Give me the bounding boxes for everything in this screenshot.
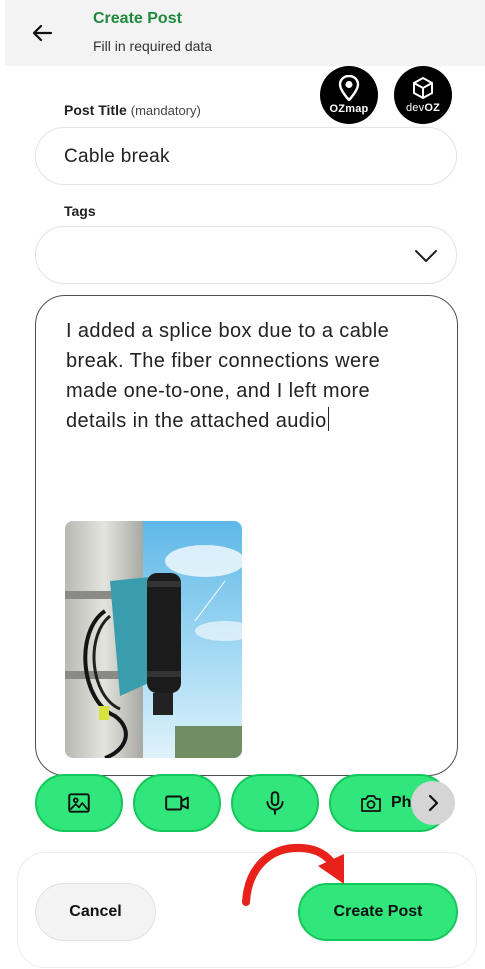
- text-cursor: [327, 407, 330, 431]
- ozmap-logo: OZmap: [320, 66, 378, 124]
- page-title: Create Post: [93, 10, 182, 27]
- post-title-label: Post Title (mandatory): [64, 102, 201, 118]
- add-image-button[interactable]: [35, 774, 123, 832]
- post-title-input[interactable]: Cable break: [35, 127, 457, 185]
- splice-box-photo: [65, 521, 242, 758]
- tags-label: Tags: [64, 203, 96, 219]
- page-subtitle: Fill in required data: [93, 38, 213, 54]
- add-video-button[interactable]: [133, 774, 221, 832]
- back-button[interactable]: [27, 18, 57, 48]
- chevron-down-icon: [415, 250, 437, 262]
- media-toolbar: Ph: [35, 774, 458, 832]
- record-audio-button[interactable]: [231, 774, 319, 832]
- map-pin-icon: [338, 75, 360, 101]
- cancel-button[interactable]: Cancel: [35, 883, 156, 941]
- camera-icon: [361, 795, 381, 812]
- chevron-right-icon: [428, 794, 439, 812]
- app-header: Create Post Fill in required data: [5, 0, 485, 66]
- scroll-next-button[interactable]: [411, 781, 455, 825]
- attached-photo[interactable]: [65, 521, 242, 758]
- devoz-logo: devOZ: [394, 66, 452, 124]
- post-title-value: Cable break: [64, 146, 170, 167]
- ozmap-logo-text: OZmap: [329, 103, 369, 115]
- tags-select[interactable]: [35, 226, 457, 284]
- curved-arrow-annotation: [242, 843, 344, 906]
- description-textarea[interactable]: I added a splice box due to a cable brea…: [35, 295, 458, 776]
- image-icon: [68, 793, 90, 813]
- mandatory-hint: (mandatory): [130, 103, 201, 118]
- cube-icon: [413, 76, 433, 100]
- video-icon: [165, 795, 189, 811]
- devoz-logo-text: devOZ: [405, 102, 441, 114]
- description-text: I added a splice box due to a cable brea…: [66, 320, 390, 432]
- microphone-icon: [266, 791, 284, 815]
- arrow-left-icon: [32, 24, 53, 42]
- photo-button-label: Ph: [391, 794, 412, 811]
